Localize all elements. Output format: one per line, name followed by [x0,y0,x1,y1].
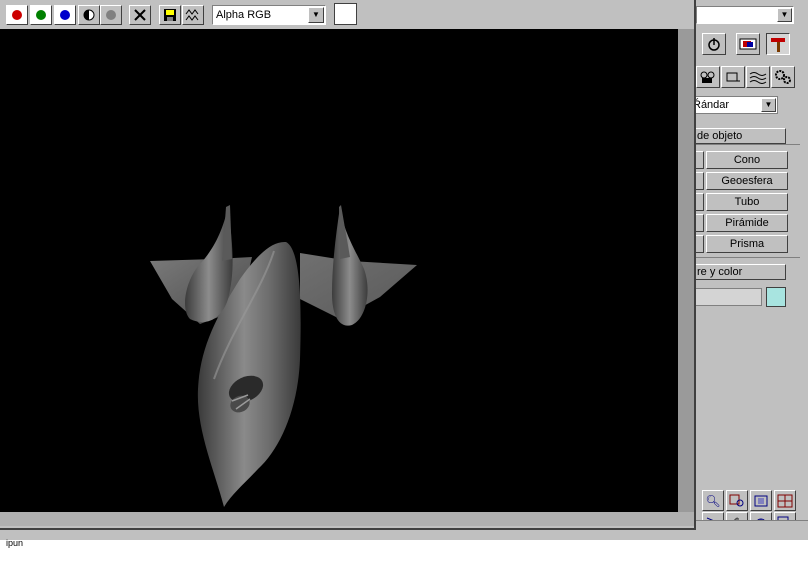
zoom-extents-all-button[interactable] [774,490,796,511]
pyramid-button-label: Pirámide [725,217,769,229]
command-panel: ▼ Ŕándar ▼ de objeto Cono Geoesfera Tubo… [690,0,808,540]
clone-window-button[interactable] [182,5,204,25]
save-image-button[interactable] [159,5,181,25]
spacewarps-icon [749,72,767,84]
zoom-all-button[interactable] [726,490,748,511]
zoom-extents-icon [754,495,768,506]
prism-button[interactable]: Prisma [706,235,788,253]
prism-button-label: Prisma [729,238,765,250]
rendered-aircraft-image [150,205,417,507]
pyramid-button[interactable]: Pirámide [706,214,788,232]
mono-channel-button[interactable] [100,5,122,25]
vertical-scrollbar[interactable] [678,29,694,512]
alpha-channel-button[interactable] [78,5,100,25]
object-type-rollout[interactable]: de objeto [690,128,786,144]
spacewarps-button[interactable] [746,66,770,88]
geosphere-button-label: Geoesfera [721,175,773,187]
blue-channel-button[interactable] [54,5,76,25]
rendered-frame-window: Alpha RGB ▼ [0,0,696,530]
channel-select[interactable]: Alpha RGB ▼ [212,5,326,25]
zoom-button[interactable]: 🔍︎ [702,490,724,511]
channel-select-value: Alpha RGB [216,9,272,21]
category-dropdown[interactable]: ▼ [696,6,794,24]
floppy-disk-icon [164,9,176,21]
subtype-dropdown[interactable]: Ŕándar ▼ [690,96,778,114]
green-dot-icon [36,10,46,20]
blue-dot-icon [60,10,70,20]
cameras-button[interactable] [696,66,720,88]
status-bar: ipun [0,538,808,580]
zoom-extents-all-icon [777,494,793,507]
chevron-down-icon[interactable]: ▼ [761,98,776,112]
geosphere-button[interactable]: Geoesfera [706,172,788,190]
systems-icon [775,70,791,84]
utilities-icon [771,38,785,52]
red-dot-icon [12,10,22,20]
motion-tab[interactable] [736,33,760,55]
chevron-down-icon[interactable]: ▼ [308,7,324,23]
half-circle-icon [83,9,95,21]
object-name-field[interactable] [690,288,762,306]
red-channel-button[interactable] [6,5,28,25]
zoom-extents-button[interactable] [750,490,772,511]
render-canvas [0,29,678,512]
object-color-swatch[interactable] [766,287,786,307]
utilities-tab[interactable] [766,33,790,55]
green-channel-button[interactable] [30,5,52,25]
chevron-down-icon[interactable]: ▼ [777,8,792,22]
helpers-icon [726,72,740,82]
cone-button[interactable]: Cono [706,151,788,169]
clone-icon [185,9,199,21]
horizontal-scrollbar[interactable] [0,512,694,526]
tube-button[interactable]: Tubo [706,193,788,211]
motion-icon [739,38,757,50]
subtype-dropdown-value: Ŕándar [693,99,730,111]
cone-button-label: Cono [733,154,761,166]
systems-button[interactable] [771,66,795,88]
grey-circle-icon [106,10,116,20]
x-icon [134,9,146,21]
background-color-swatch[interactable] [334,3,357,25]
zoom-all-icon [729,494,744,506]
helpers-button[interactable] [721,66,745,88]
zoom-icon: 🔍︎ [705,493,721,508]
tube-button-label: Tubo [734,196,760,208]
vertical-scroll-thumb[interactable] [678,29,694,512]
hierarchy-icon [708,38,720,51]
cameras-icon [700,71,715,83]
status-text: ipun [6,538,24,548]
object-type-rollout-title: de objeto [697,130,743,142]
clear-button[interactable] [129,5,151,25]
group-divider [690,257,800,258]
group-divider [690,144,800,145]
frame-toolbar: Alpha RGB ▼ [0,0,694,29]
hierarchy-tab[interactable] [702,33,726,55]
name-color-rollout[interactable]: re y color [690,264,786,280]
name-color-rollout-title: re y color [697,266,743,278]
